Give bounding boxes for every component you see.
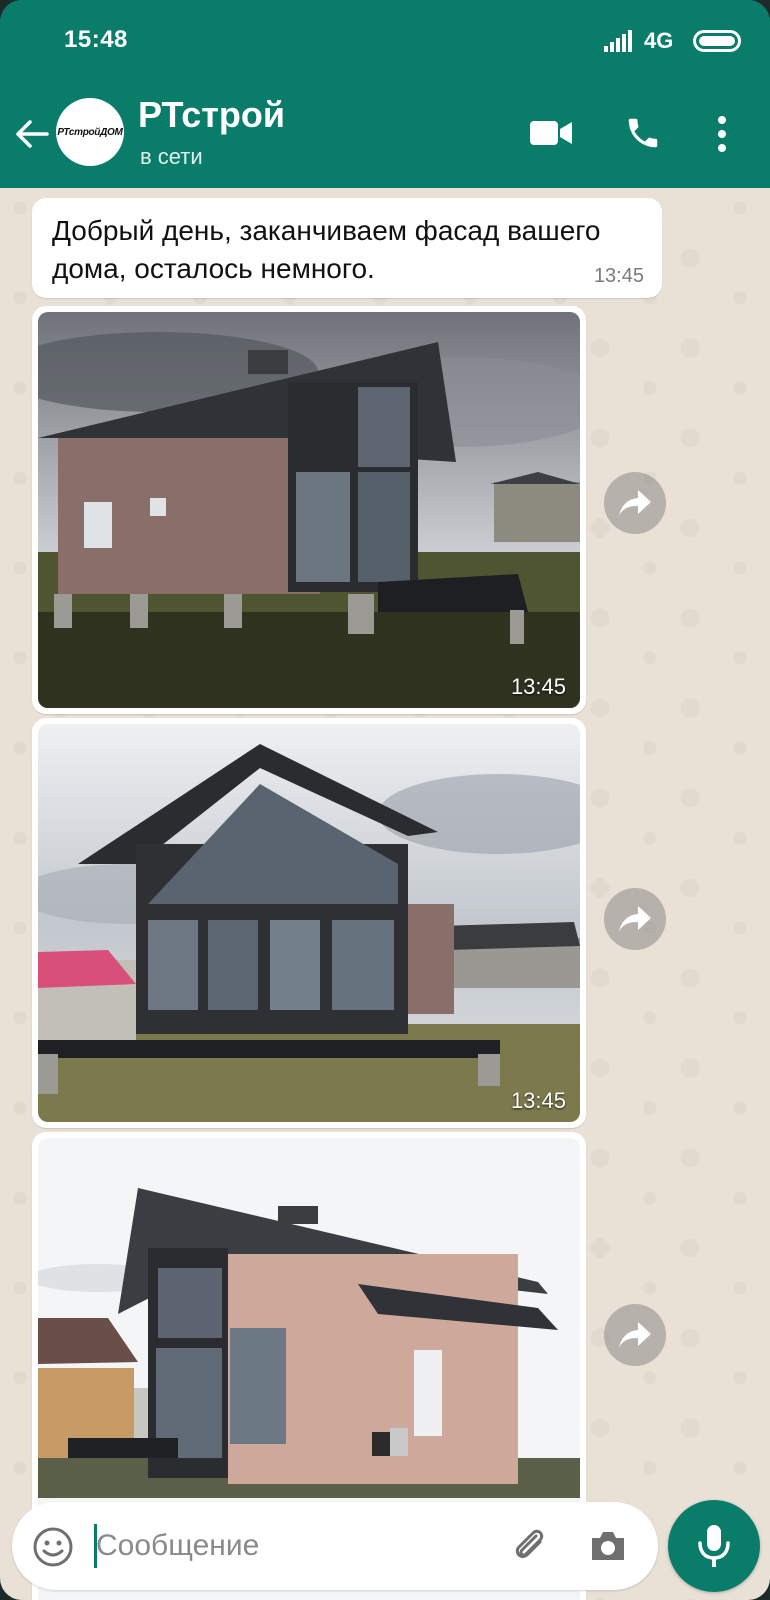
forward-icon bbox=[619, 490, 651, 516]
attach-icon[interactable] bbox=[510, 1526, 550, 1566]
signal-icon bbox=[604, 30, 632, 52]
message-time: 13:45 bbox=[593, 265, 644, 287]
message-input[interactable] bbox=[96, 1522, 476, 1570]
video-call-icon[interactable] bbox=[530, 118, 572, 148]
image-message-2[interactable]: 13:45 bbox=[32, 718, 586, 1128]
chat-area[interactable]: Добрый день, заканчиваем фасад вашего до… bbox=[0, 188, 770, 1600]
chat-header: РТстройДОМ РТстрой в сети bbox=[0, 82, 770, 188]
image-time-2: 13:45 bbox=[510, 1088, 566, 1113]
more-vert-icon[interactable] bbox=[714, 114, 730, 154]
forward-button-1[interactable] bbox=[604, 472, 666, 534]
house-photo-1[interactable]: 13:45 bbox=[38, 312, 580, 708]
avatar-logo: РТстройДОМ bbox=[57, 126, 123, 138]
emoji-icon[interactable] bbox=[32, 1526, 74, 1568]
camera-icon[interactable] bbox=[588, 1528, 628, 1564]
forward-icon bbox=[619, 906, 651, 932]
mic-icon bbox=[698, 1525, 730, 1567]
contact-name[interactable]: РТстрой bbox=[138, 94, 285, 136]
network-label: 4G bbox=[644, 28, 674, 53]
back-arrow-icon[interactable] bbox=[14, 116, 50, 152]
message-composer bbox=[12, 1502, 658, 1590]
forward-icon bbox=[619, 1322, 651, 1348]
phone-icon[interactable] bbox=[624, 114, 662, 152]
house-photo-2[interactable]: 13:45 bbox=[38, 724, 580, 1122]
phone-screen: 15:48 4G РТстройДОМ РТстрой в сети Добры… bbox=[0, 0, 770, 1600]
forward-button-2[interactable] bbox=[604, 888, 666, 950]
message-text: Добрый день, заканчиваем фасад вашего до… bbox=[52, 215, 601, 284]
message-bubble-text[interactable]: Добрый день, заканчиваем фасад вашего до… bbox=[32, 198, 662, 298]
battery-icon bbox=[693, 30, 741, 52]
image-message-1[interactable]: 13:45 bbox=[32, 306, 586, 714]
image-time-1: 13:45 bbox=[510, 674, 566, 699]
avatar[interactable]: РТстройДОМ bbox=[56, 98, 124, 166]
status-bar: 15:48 4G bbox=[0, 0, 770, 82]
contact-status: в сети bbox=[140, 144, 203, 169]
forward-button-3[interactable] bbox=[604, 1304, 666, 1366]
status-time: 15:48 bbox=[64, 26, 128, 53]
mic-button[interactable] bbox=[668, 1500, 760, 1592]
